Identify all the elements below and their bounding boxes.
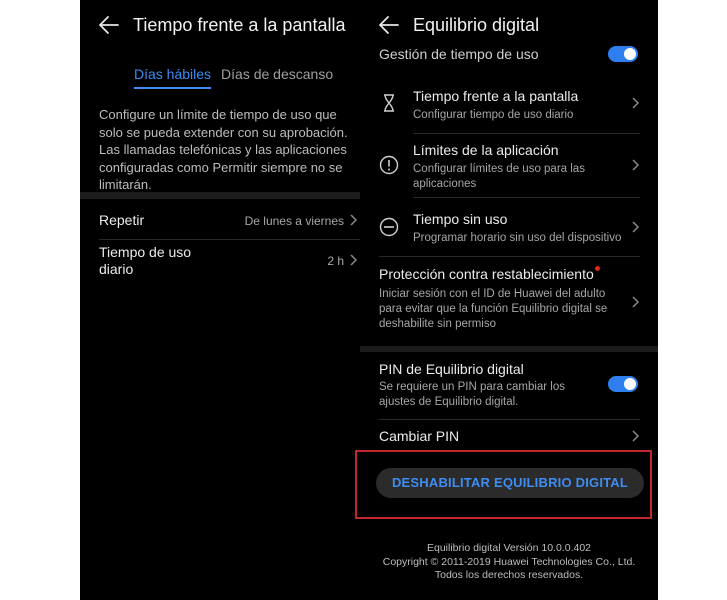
notification-dot	[595, 266, 600, 271]
back-arrow-icon[interactable]	[378, 14, 400, 36]
rights-text: Todos los derechos reservados.	[434, 569, 584, 581]
chevron-right-icon	[632, 296, 640, 308]
divider	[413, 197, 640, 198]
back-arrow-icon[interactable]	[98, 14, 120, 36]
chevron-right-icon	[350, 254, 358, 266]
repeat-label: Repetir	[99, 212, 145, 228]
time-management-toggle[interactable]	[608, 46, 638, 62]
exclamation-circle-icon	[379, 155, 399, 175]
tab-weekdays[interactable]: Días hábiles	[134, 66, 212, 89]
daily-usage-value: 2 h	[327, 254, 344, 268]
divider	[413, 133, 640, 134]
chevron-right-icon	[632, 430, 640, 442]
header: Tiempo frente a la pantalla	[80, 0, 360, 54]
header: Equilibrio digital	[360, 0, 658, 44]
item-subtitle: Iniciar sesión con el ID de Huawei del a…	[379, 288, 608, 330]
screen-time-screen: Tiempo frente a la pantalla Días hábiles…	[80, 0, 360, 600]
item-title: Tiempo sin uso	[413, 211, 508, 227]
chevron-right-icon	[632, 159, 640, 171]
version-text: Equilibrio digital Versión 10.0.0.402	[426, 542, 592, 554]
item-title: PIN de Equilibrio digital	[379, 361, 524, 377]
minus-circle-icon	[379, 217, 399, 237]
time-management-label: Gestión de tiempo de uso	[379, 46, 539, 62]
change-pin-label: Cambiar PIN	[379, 428, 460, 444]
divider	[99, 239, 360, 240]
repeat-value: De lunes a viernes	[244, 214, 344, 228]
highlight-box	[355, 450, 652, 519]
item-subtitle: Se requiere un PIN para cambiar los ajus…	[379, 381, 566, 408]
section-divider	[80, 192, 360, 199]
pin-toggle[interactable]	[608, 376, 638, 392]
tab-rest-days[interactable]: Días de descanso	[221, 66, 333, 82]
hourglass-icon	[384, 94, 394, 112]
chevron-right-icon	[632, 97, 640, 109]
item-subtitle: Programar horario sin uso del dispositiv…	[413, 232, 622, 244]
page-title: Equilibrio digital	[413, 15, 540, 35]
item-title: Tiempo frente a la pantalla	[413, 88, 579, 104]
description-text: Configure un límite de tiempo de uso que…	[99, 107, 348, 192]
copyright-text: Copyright © 2011-2019 Huawei Technologie…	[382, 556, 636, 568]
divider	[379, 256, 640, 257]
item-subtitle: Configurar tiempo de uso diario	[413, 109, 574, 121]
page-title: Tiempo frente a la pantalla	[133, 15, 346, 35]
section-divider	[360, 346, 658, 352]
chevron-right-icon	[632, 221, 640, 233]
day-tabs: Días hábiles Días de descanso	[134, 66, 333, 89]
item-subtitle: Configurar límites de uso para las aplic…	[413, 163, 585, 190]
item-title: Límites de la aplicación	[413, 142, 559, 158]
item-title: Protección contra restablecimiento	[379, 266, 594, 282]
divider	[379, 419, 640, 420]
daily-usage-label: Tiempo de uso diario	[99, 244, 192, 277]
chevron-right-icon	[350, 214, 358, 226]
